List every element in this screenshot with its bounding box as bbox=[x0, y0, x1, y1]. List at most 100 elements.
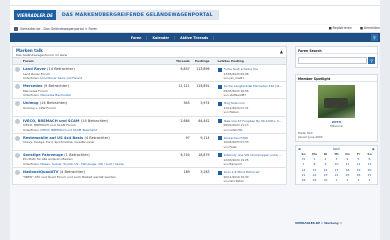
forum-box-subtitle: Das Geländewagenforum im www bbox=[16, 53, 68, 57]
breadcrumb: Vierradler.de - Das Geländewagenportal >… bbox=[10, 25, 380, 33]
forum-name[interactable]: Unimog bbox=[23, 101, 39, 105]
calendar-day[interactable]: 7 bbox=[298, 162, 309, 166]
calendar-day[interactable]: 2 bbox=[320, 157, 331, 161]
last-post-date: 08/04/2023 11:13 bbox=[223, 123, 249, 128]
calendar-day[interactable]: 6 bbox=[364, 157, 375, 161]
next-month-icon[interactable]: ▶ bbox=[373, 147, 375, 151]
last-post-user[interactable]: von Barsvold bbox=[224, 162, 284, 166]
last-post-title[interactable]: Suche Langtankdal Mercedes 440 (W1... bbox=[224, 84, 284, 88]
last-post-user[interactable]: von Feles bbox=[224, 145, 284, 149]
sidebar-search-input[interactable] bbox=[298, 57, 368, 64]
thread-count: 2,664 bbox=[180, 118, 190, 123]
collapse-icon[interactable]: ▲ bbox=[280, 49, 283, 54]
page: VIERRADLER.DE DAS MARKENÜBERGREIFENDE GE… bbox=[10, 0, 380, 240]
nav-calendar[interactable]: Kalender bbox=[147, 35, 176, 40]
member-joined: June 2003 bbox=[308, 135, 323, 139]
calendar-day[interactable]: 26 bbox=[353, 173, 364, 177]
last-post-user[interactable]: von Lefek700 bbox=[224, 128, 284, 132]
member-meta: Posts: 820 Joined: June 2003 bbox=[298, 131, 323, 139]
last-post-title[interactable]: Suzu 1/2 Mind-Motorrad bbox=[224, 170, 284, 174]
last-post-date: 12/03/2024 19:25 bbox=[223, 157, 249, 162]
calendar-day[interactable]: 28 bbox=[298, 178, 309, 182]
calendar-day[interactable]: 1 bbox=[331, 178, 342, 182]
calendar-day[interactable]: 31 bbox=[298, 157, 309, 161]
calendar-day[interactable]: 12 bbox=[353, 162, 364, 166]
register-link[interactable]: ■ Registrieren bbox=[329, 26, 352, 30]
last-post-icon bbox=[217, 119, 222, 124]
forum-name[interactable]: Mercedes bbox=[23, 84, 43, 88]
last-post-title[interactable]: Rückschau F260 bbox=[224, 136, 284, 140]
last-post-title[interactable]: Take one 67 Fungkap By 40-1000+ Seite... bbox=[224, 119, 284, 123]
last-post-user[interactable]: von staffsedd87 bbox=[224, 93, 284, 97]
calendar-day[interactable]: 20 bbox=[364, 168, 375, 172]
calendar-day[interactable]: 2 bbox=[342, 178, 353, 182]
subforum-link[interactable]: Mercedes Baumuster bbox=[40, 93, 71, 97]
forum-row: Land Rover (14 Betrachter) Land Rover Fo… bbox=[12, 65, 287, 83]
forum-name[interactable]: NationalQuadATV bbox=[23, 170, 58, 174]
nav-active-threads[interactable]: Aktive Threads bbox=[175, 35, 215, 40]
forum-name[interactable]: Restemobile auf US 4x4 Basis bbox=[23, 136, 83, 140]
calendar-day[interactable]: 5 bbox=[353, 157, 364, 161]
search-icon[interactable]: ⚲ bbox=[368, 57, 375, 64]
last-post-title[interactable]: antibody une VW Unimpuppen unter cc... bbox=[224, 153, 284, 157]
calendar-day[interactable]: 8 bbox=[309, 162, 320, 166]
subforum-link[interactable]: IVECO, BREMACH und SCAM Teilemarkt bbox=[40, 128, 97, 132]
calendar-day[interactable]: 4 bbox=[364, 178, 375, 182]
last-post-title[interactable]: Forhe fault scheine frie bbox=[224, 67, 284, 71]
login-link[interactable]: ■ Anmelden bbox=[360, 26, 380, 30]
last-post-user[interactable]: von Fabian bbox=[224, 110, 284, 114]
calendar-day[interactable]: 13 bbox=[364, 162, 375, 166]
last-post-user[interactable]: von fahr.Peteri bbox=[224, 179, 284, 183]
subforum-label: Unterforen: bbox=[22, 161, 40, 166]
viewer-count: (14 Betrachter) bbox=[47, 67, 75, 71]
calendar-day[interactable]: 4 bbox=[342, 157, 353, 161]
calendar-day[interactable]: 24 bbox=[331, 173, 342, 177]
calendar-day[interactable]: 11 bbox=[342, 162, 353, 166]
thread-count: 97 bbox=[185, 135, 190, 140]
calendar-day[interactable]: 9 bbox=[320, 162, 331, 166]
calendar-day[interactable]: 29 bbox=[309, 178, 320, 182]
col-posts: Postings bbox=[194, 59, 210, 63]
calendar-day[interactable]: 22 bbox=[309, 173, 320, 177]
calendar-day[interactable]: 3 bbox=[331, 157, 342, 161]
last-post-title[interactable]: Mog Teile.com bbox=[224, 101, 284, 105]
calendar-day[interactable]: 3 bbox=[353, 178, 364, 182]
calendar-day[interactable]: 27 bbox=[364, 173, 375, 177]
forum-description: Unimog + LKW Forum bbox=[22, 105, 56, 110]
last-post-icon bbox=[217, 84, 222, 89]
nav-search-icon[interactable]: ⚲ bbox=[371, 34, 378, 41]
post-count: 113,896 bbox=[196, 67, 210, 71]
weekday-label: Sa bbox=[367, 152, 372, 156]
home-icon[interactable] bbox=[14, 26, 18, 31]
viewer-count: (4 Betrachter) bbox=[59, 170, 85, 175]
calendar-day[interactable]: 23 bbox=[320, 173, 331, 177]
subforum-link[interactable]: Land Rover Serie und Freund bbox=[40, 76, 82, 80]
breadcrumb-text[interactable]: Vierradler.de - Das Geländewagenportal >… bbox=[20, 27, 97, 31]
forum-description: Chevy, Dodge, Ford, Sportmobile, Quadbru… bbox=[22, 140, 95, 145]
nav-forums[interactable]: Foren bbox=[126, 35, 148, 40]
forum-name[interactable]: Land Rover bbox=[23, 67, 46, 71]
vehicle-image bbox=[324, 98, 348, 108]
calendar-day[interactable]: 1 bbox=[309, 157, 320, 161]
calendar-day[interactable]: 17 bbox=[331, 168, 342, 172]
calendar-day[interactable]: 25 bbox=[342, 173, 353, 177]
forum-name[interactable]: IVECO, BREMACH und SCAM bbox=[23, 119, 80, 123]
prev-month-icon[interactable]: ◀ bbox=[298, 147, 300, 151]
calendar-day[interactable]: 10 bbox=[331, 162, 342, 166]
calendar-day[interactable]: 21 bbox=[298, 173, 309, 177]
search-panel: Foren Search ⚲ bbox=[295, 46, 378, 68]
calendar-day[interactable]: 19 bbox=[353, 168, 364, 172]
forum-row: NationalQuadATV (4 Betrachter) "NMW" ATV… bbox=[12, 168, 287, 186]
viewer-count: (1 Betrachter) bbox=[64, 152, 90, 157]
subforum-link[interactable]: Nissan, Suzuki, Toyota, US - Fahrzeuge, … bbox=[40, 162, 123, 166]
member-photo[interactable] bbox=[318, 85, 355, 118]
calendar-day[interactable]: 30 bbox=[320, 178, 331, 182]
calendar-day[interactable]: 15 bbox=[309, 168, 320, 172]
calendar-month[interactable]: April bbox=[333, 147, 340, 151]
calendar-day[interactable]: 16 bbox=[320, 168, 331, 172]
calendar-day[interactable]: 14 bbox=[298, 168, 309, 172]
forum-name[interactable]: Sonstige Fahrzeuge bbox=[23, 153, 63, 157]
calendar-day[interactable]: 18 bbox=[342, 168, 353, 172]
last-post-user[interactable]: von jan_mai81 bbox=[224, 76, 284, 80]
site-logo[interactable]: VIERRADLER.DE DAS MARKENÜBERGREIFENDE GE… bbox=[14, 10, 219, 20]
